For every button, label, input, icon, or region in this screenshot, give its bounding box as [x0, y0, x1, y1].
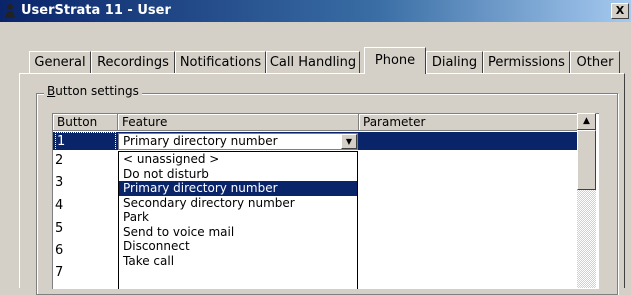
scroll-up-arrow-icon[interactable]: ▲: [577, 113, 596, 130]
dropdown-option-park[interactable]: Park: [119, 210, 357, 225]
tab-other[interactable]: Other: [570, 51, 620, 73]
tab-strip: General Recordings Notifications Call Ha…: [0, 0, 631, 80]
tab-permissions[interactable]: Permissions: [483, 51, 570, 73]
dropdown-option-primary-directory-number[interactable]: Primary directory number: [119, 181, 357, 196]
row-button-number[interactable]: 4: [55, 197, 63, 218]
feature-dropdown-list[interactable]: < unassigned > Do not disturb Primary di…: [118, 151, 358, 289]
dropdown-option-unassigned[interactable]: < unassigned >: [119, 152, 357, 167]
row-button-number[interactable]: 2: [55, 152, 63, 173]
dropdown-option-send-to-voice-mail[interactable]: Send to voice mail: [119, 225, 357, 240]
row-button-number[interactable]: 1: [55, 132, 117, 151]
button-settings-mnemonic: B: [47, 84, 56, 98]
dropdown-option-secondary-directory-number[interactable]: Secondary directory number: [119, 196, 357, 211]
dropdown-option-do-not-disturb[interactable]: Do not disturb: [119, 167, 357, 182]
column-header-parameter[interactable]: Parameter: [359, 114, 578, 131]
grid-vertical-scrollbar[interactable]: ▲: [577, 113, 596, 288]
scrollbar-thumb[interactable]: [577, 130, 596, 190]
dropdown-arrow-icon[interactable]: ▼: [341, 134, 357, 149]
dropdown-option-take-call[interactable]: Take call: [119, 254, 357, 269]
tab-general[interactable]: General: [29, 51, 91, 73]
button-settings-label-rest: utton settings: [55, 84, 139, 98]
row-button-number[interactable]: 3: [55, 174, 63, 195]
column-header-feature[interactable]: Feature: [118, 114, 359, 131]
feature-combobox-value: Primary directory number: [123, 134, 278, 148]
tab-dialing[interactable]: Dialing: [426, 51, 483, 73]
feature-combobox[interactable]: Primary directory number ▼: [118, 133, 358, 150]
row-button-number[interactable]: 6: [55, 242, 63, 263]
row-button-number[interactable]: 5: [55, 220, 63, 241]
tab-recordings[interactable]: Recordings: [91, 51, 175, 73]
dropdown-option-disconnect[interactable]: Disconnect: [119, 239, 357, 254]
button-grid[interactable]: Button Feature Parameter 1 Primary direc…: [52, 113, 599, 289]
tab-notifications[interactable]: Notifications: [175, 51, 266, 73]
tab-phone[interactable]: Phone: [364, 47, 426, 74]
button-settings-label: Button settings: [44, 84, 142, 98]
column-header-button[interactable]: Button: [53, 114, 118, 131]
tab-call-handling[interactable]: Call Handling: [266, 51, 360, 73]
